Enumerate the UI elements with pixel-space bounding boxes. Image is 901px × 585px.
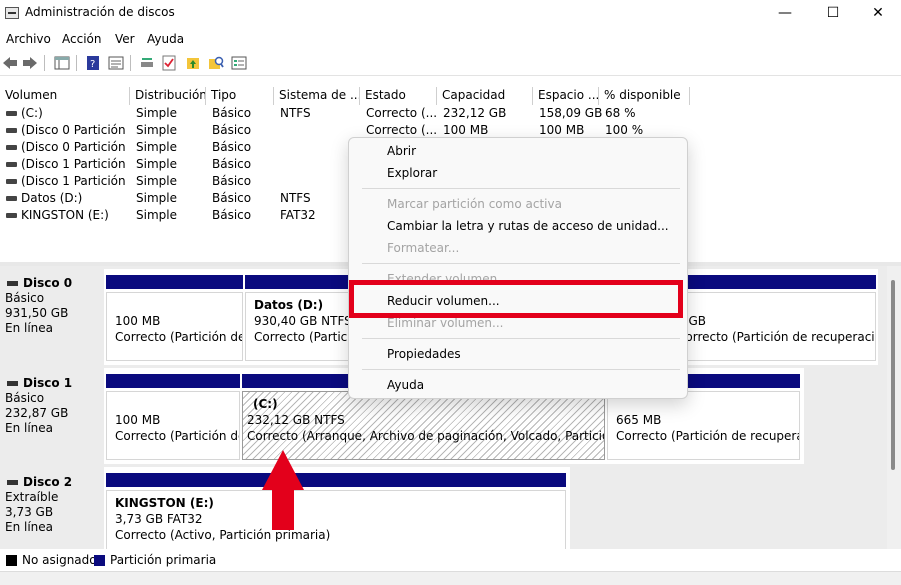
legend-primary: Partición primaria [110, 553, 217, 567]
vertical-scrollbar[interactable] [887, 266, 901, 549]
col-distribucion[interactable]: Distribución [130, 87, 206, 105]
annotation-arrow-shaft [272, 488, 294, 530]
drive-icon [6, 111, 17, 116]
menu-cambiar-letra[interactable]: Cambiar la letra y rutas de acceso de un… [349, 215, 687, 237]
title-bar: Administración de discos — ☐ ✕ [0, 0, 901, 28]
maximize-button[interactable]: ☐ [810, 0, 856, 28]
disk-1-info[interactable]: Disco 1 Básico 232,87 GB En línea [5, 376, 103, 464]
disk-0-info[interactable]: Disco 0 Básico 931,50 GB En línea [5, 276, 103, 364]
menu-formatear: Formatear... [387, 241, 460, 255]
drive-icon [6, 179, 17, 184]
annotation-highlight-box [349, 280, 683, 318]
menu-ayuda[interactable]: Ayuda [147, 32, 184, 46]
menu-marcar-activa: Marcar partición como activa [387, 197, 562, 211]
drive-icon [6, 145, 17, 150]
properties-icon[interactable] [107, 54, 125, 72]
search-folder-icon[interactable] [207, 54, 225, 72]
list-view-icon[interactable] [230, 54, 248, 72]
col-tipo[interactable]: Tipo [206, 87, 274, 105]
window-title: Administración de discos [25, 5, 175, 19]
partition-datos-d[interactable]: Datos (D:) 930,40 GB NTFS Correcto (Part… [245, 275, 349, 361]
toolbar: ? [0, 50, 901, 76]
scroll-thumb[interactable] [891, 280, 895, 470]
disk-2-size: 3,73 GB [5, 505, 54, 519]
back-arrow-icon[interactable] [1, 54, 19, 72]
disk-management-icon [5, 7, 19, 19]
annotation-arrow-head [262, 450, 304, 490]
check-icon[interactable] [160, 54, 178, 72]
col-capacidad[interactable]: Capacidad [437, 87, 533, 105]
drive-icon [6, 196, 17, 201]
menu-bar: Archivo Acción Ver Ayuda [0, 28, 901, 50]
disk-0-status: En línea [5, 321, 54, 335]
drive-icon [6, 128, 17, 133]
disk-0-type: Básico [5, 291, 45, 305]
menu-archivo[interactable]: Archivo [6, 32, 51, 46]
disk-0-size: 931,50 GB [5, 306, 69, 320]
disk-2-strip: KINGSTON (E:) 3,73 GB FAT32 Correcto (Ac… [104, 467, 570, 549]
disk-1-type: Básico [5, 391, 45, 405]
svg-text:?: ? [90, 59, 95, 70]
disk-0-name: Disco 0 [5, 276, 103, 291]
forward-arrow-icon[interactable] [21, 54, 39, 72]
drive-icon [6, 162, 17, 167]
col-estado[interactable]: Estado [360, 87, 437, 105]
partition-disk0-recovery[interactable]: 0 GB Correcto (Partición de recuperación… [674, 275, 876, 361]
menu-explorar[interactable]: Explorar [349, 162, 687, 184]
context-menu: Abrir Explorar Marcar partición como act… [348, 137, 688, 399]
disk-1-status: En línea [5, 421, 54, 435]
disk-2-info[interactable]: Disco 2 Extraíble 3,73 GB En línea [5, 475, 103, 545]
col-sistema[interactable]: Sistema de ... [274, 87, 360, 105]
refresh-icon[interactable] [138, 54, 156, 72]
table-row[interactable]: (C:) Simple Básico NTFS Correcto (... 23… [0, 105, 901, 122]
disk-2-type: Extraíble [5, 490, 59, 504]
status-bar [0, 571, 901, 585]
console-tree-icon[interactable] [53, 54, 71, 72]
menu-ayuda-ctx[interactable]: Ayuda [349, 374, 687, 396]
menu-ver[interactable]: Ver [115, 32, 135, 46]
partition-kingston-e[interactable]: KINGSTON (E:) 3,73 GB FAT32 Correcto (Ac… [106, 473, 566, 549]
disk-2-name: Disco 2 [5, 475, 103, 490]
menu-propiedades[interactable]: Propiedades [349, 343, 687, 365]
disk-2-status: En línea [5, 520, 54, 534]
help-icon[interactable]: ? [84, 54, 102, 72]
up-folder-icon[interactable] [184, 54, 202, 72]
partition-disk0-efi[interactable]: 100 MB Correcto (Partición de s [106, 275, 244, 361]
disk-1-name: Disco 1 [5, 376, 103, 391]
legend: No asignado Partición primaria [0, 551, 901, 571]
menu-abrir[interactable]: Abrir [349, 140, 687, 162]
menu-accion[interactable]: Acción [62, 32, 101, 46]
close-button[interactable]: ✕ [855, 0, 901, 28]
disk-1-size: 232,87 GB [5, 406, 69, 420]
drive-icon [6, 213, 17, 218]
unallocated-swatch [6, 555, 17, 566]
partition-disk1-efi[interactable]: 100 MB Correcto (Partición de [106, 374, 241, 460]
minimize-button[interactable]: — [762, 0, 808, 28]
col-volumen[interactable]: Volumen [0, 87, 130, 105]
col-disponible[interactable]: % disponible [599, 87, 690, 105]
legend-unallocated: No asignado [22, 553, 97, 567]
col-espacio[interactable]: Espacio ... [533, 87, 599, 105]
primary-partition-swatch [94, 555, 105, 566]
